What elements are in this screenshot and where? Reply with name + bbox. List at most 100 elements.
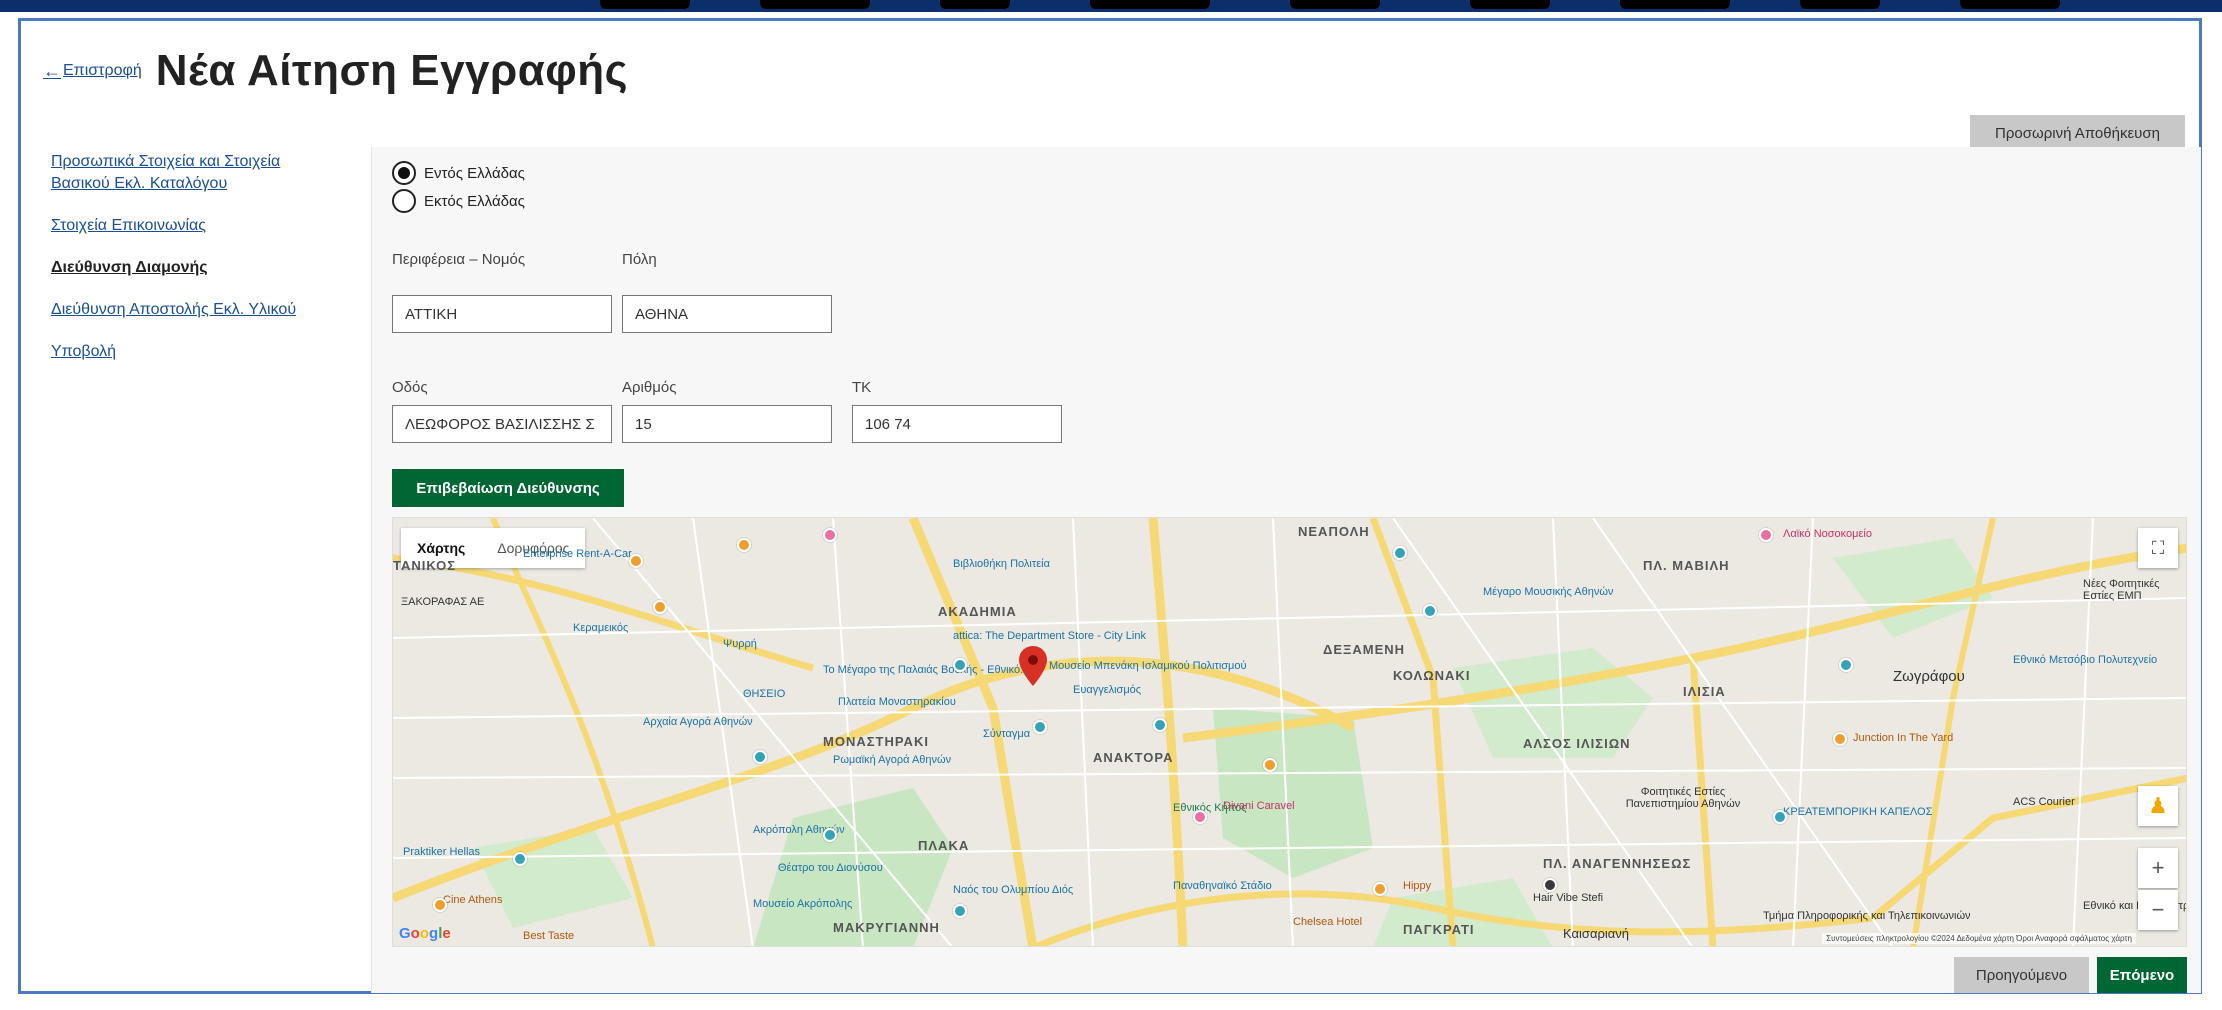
region-field[interactable]: ΑΤΤΙΚΗ [392,295,612,333]
google-logo: Google [399,925,451,942]
next-button[interactable]: Επόμενο [2097,957,2187,993]
city-label: Πόλη [622,251,657,268]
map-label-ntua: Εθνικό Μετσόβιο Πολυτεχνείο [2013,654,2158,666]
back-label: Επιστροφή [63,62,142,79]
steps-sidebar: Προσωπικά Στοιχεία και Στοιχεία Βασικού … [51,151,351,383]
street-view-pegman-icon[interactable]: ♟ [2138,786,2178,826]
map-label-psyrri: Ψυρρή [723,638,757,650]
temporary-save-button[interactable]: Προσωρινή Αποθήκευση [1970,115,2185,151]
map-label-zografou: Ζωγράφου [1893,668,1965,685]
restaurant-icon [737,538,751,552]
radio-button[interactable] [392,189,416,213]
zip-field[interactable]: 106 74 [852,405,1062,443]
museum-icon [953,904,967,918]
zoom-out-button[interactable]: − [2138,890,2178,930]
sidebar-item-contact-info[interactable]: Στοιχεία Επικοινωνίας [51,215,351,237]
radio-button-checked[interactable] [392,161,416,185]
fullscreen-icon[interactable]: ⛶ [2138,528,2178,568]
zip-label: ΤΚ [852,379,872,396]
address-form-panel: Εντός Ελλάδας Εκτός Ελλάδας Περιφέρεια –… [371,147,2201,993]
map-label-library: Βιβλιοθήκη Πολιτεία [953,558,1050,570]
map-label-thiseio: ΘΗΣΕΙΟ [743,688,786,700]
map-label-best-taste: Best Taste [523,930,575,942]
number-label: Αριθμός [622,379,677,396]
map-label-hippy: Hippy [1403,880,1432,892]
shopping-icon [823,528,837,542]
radio-label: Εκτός Ελλάδας [424,192,525,210]
application-window: ← Επιστροφή Νέα Αίτηση Εγγραφής Προσωριν… [18,18,2202,994]
page-header: ← Επιστροφή Νέα Αίτηση Εγγραφής [43,41,628,101]
sidebar-item-mailing-address[interactable]: Διεύθυνση Αποστολής Εκλ. Υλικού [51,299,351,321]
school-icon [1839,658,1853,672]
map-label-anagennisis: ΠΛ. ΑΝΑΓΕΝΝΗΣΕΩΣ [1543,856,1692,871]
previous-button[interactable]: Προηγούμενο [1954,957,2089,993]
museum-icon [1153,718,1167,732]
map-label-stadium: Παναθηναϊκό Στάδιο [1173,880,1272,892]
map-view[interactable]: Χάρτης Δορυφόρος ΝΕΑΠΟΛΗ ΠΛ. ΜΑΒΙΛΗ ΑΚΑΔ… [392,517,2187,947]
map-label-olympian: Ναός του Ολυμπίου Διός [953,884,1074,896]
back-link[interactable]: ← Επιστροφή [43,61,142,82]
landmark-icon [753,750,767,764]
number-field[interactable]: 15 [622,405,832,443]
map-label-ilisia: ΙΛΙΣΙΑ [1683,684,1726,699]
map-label-kaisariani: Καισαριανή [1563,926,1629,941]
map-label-megaro: Το Μέγαρο της Παλαιάς Βουλής - Εθνικό... [823,664,1030,676]
map-label-informatics: Τμήμα Πληροφορικής και Τηλεπικοινωνιών [1763,910,1971,922]
map-label-kerameikos: Κεραμεικός [573,622,629,634]
map-label-mavili: ΠΛ. ΜΑΒΙΛΗ [1643,558,1730,573]
sidebar-item-personal-info[interactable]: Προσωπικά Στοιχεία και Στοιχεία Βασικού … [51,151,321,195]
city-field[interactable]: ΑΘΗΝΑ [622,295,832,333]
map-label-xakorafas: ΞΑΚΟΡΑΦΑΣ ΑΕ [401,596,485,608]
radio-inside-greece[interactable]: Εντός Ελλάδας [392,161,525,185]
map-label-roman-agora: Ρωμαϊκή Αγορά Αθηνών [833,754,952,766]
map-label-akadimia: ΑΚΑΔΗΜΙΑ [938,604,1017,619]
map-label-plaka: ΠΛΑΚΑ [918,838,970,853]
confirm-address-button[interactable]: Επιβεβαίωση Διεύθυνσης [392,469,624,507]
hotel-icon [1193,810,1207,824]
map-label-kolonaki: ΚΟΛΩΝΑΚΙ [1393,668,1471,683]
map-label-kreatem: ΚΡΕΑΤΕΜΠΟΡΙΚΗ ΚΑΠΕΛΟΣ [1783,806,1933,818]
map-label-new-student-residences: Νέες Φοιτητικές Εστίες ΕΜΠ [2083,578,2160,602]
map-label-acropolis-museum: Μουσείο Ακρόπολης [753,898,853,910]
map-label-evangelismos: Ευαγγελισμός [1073,684,1142,696]
region-label: Περιφέρεια – Νομός [392,251,526,268]
sidebar-item-residence-address[interactable]: Διεύθυνση Διαμονής [51,257,351,279]
hospital-icon [1759,528,1773,542]
page-title: Νέα Αίτηση Εγγραφής [155,46,629,95]
restaurant-icon [629,554,643,568]
map-label-hair: Hair Vibe Stefi [1533,892,1604,904]
map-label-laiko: Λαϊκό Νοσοκομείο [1783,528,1872,540]
map-label-pangrati: ΠΑΓΚΡΑΤΙ [1403,922,1475,937]
map-label-acs: ACS Courier [2013,796,2075,808]
map-label-alsos: ΑΛΣΟΣ ΙΛΙΣΙΩΝ [1523,736,1631,751]
map-label-theatre: Θέατρο του Διονύσου [778,862,883,874]
map-label-anaktora: ΑΝΑΚΤΟΡΑ [1093,750,1174,765]
map-label-divani: Divani Caravel [1223,800,1295,812]
museum-icon [1393,546,1407,560]
map-label-praktiker: Praktiker Hellas [403,846,481,858]
map-attribution[interactable]: Συντομεύσεις πληκτρολογίου ©2024 Δεδομέν… [1822,933,2136,944]
museum-icon [953,658,967,672]
zoom-in-button[interactable]: + [2138,848,2178,888]
landmark-icon [823,828,837,842]
bar-icon [1373,882,1387,896]
sidebar-item-submit[interactable]: Υποβολή [51,341,351,363]
map-label-benaki: Μουσείο Μπενάκη Ισλαμικού Πολιτισμού [1049,660,1247,672]
map-label-chelsea: Chelsea Hotel [1293,916,1363,928]
radio-outside-greece[interactable]: Εκτός Ελλάδας [392,189,525,213]
street-field[interactable]: ΛΕΩΦΟΡΟΣ ΒΑΣΙΛΙΣΣΗΣ Σ [392,405,612,443]
map-label-junction: Junction In The Yard [1853,732,1954,744]
radio-label: Εντός Ελλάδας [424,164,525,182]
restaurant-icon [1263,758,1277,772]
map-label-dexameni: ΔΕΞΑΜΕΝΗ [1323,642,1406,657]
restaurant-icon [1833,732,1847,746]
map-label-megaro-mousikis: Μέγαρο Μουσικής Αθηνών [1483,586,1614,598]
street-label: Οδός [392,379,428,396]
shop-icon [1773,810,1787,824]
map-label-platia-monastiraki: Πλατεία Μοναστηρακίου [838,696,956,708]
cafe-icon [653,600,667,614]
shop-icon [513,852,527,866]
map-label-syntagma: Σύνταγμα [983,728,1031,740]
concert-hall-icon [1423,604,1437,618]
map-label-enterprise: Enterprise Rent-A-Car [523,548,632,560]
